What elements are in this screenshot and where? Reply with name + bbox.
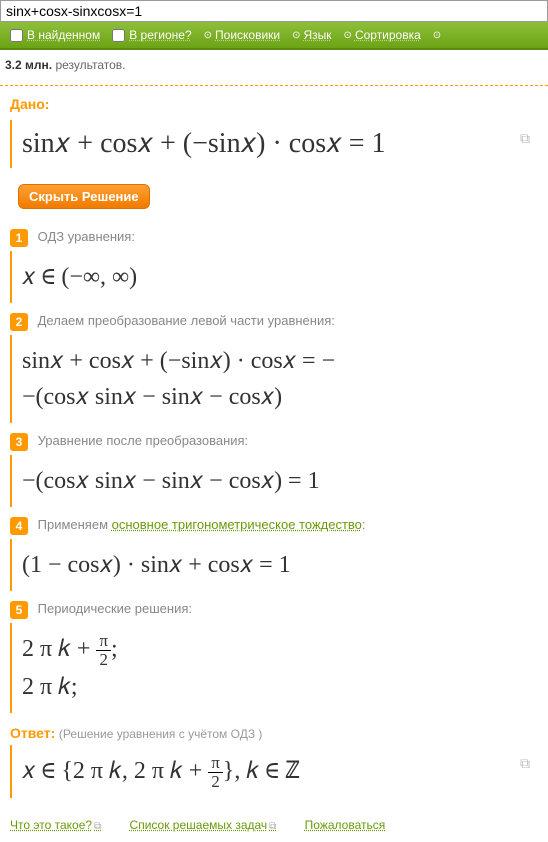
step-5: 5 Периодические решения: 2 π 𝑘 + π2; 2 π… xyxy=(10,601,538,713)
filter-sorting[interactable]: ⊙ Сортировка xyxy=(344,28,421,42)
math-line: −(cos𝑥 sin𝑥 − sin𝑥 − cos𝑥) xyxy=(22,379,528,415)
answer-label: Ответ: xyxy=(10,725,55,741)
filter-label: Сортировка xyxy=(355,28,421,42)
chevron-down-icon: ⊙ xyxy=(344,30,352,41)
footer-report[interactable]: Пожаловаться xyxy=(305,818,386,832)
step-title: Уравнение после преобразования: xyxy=(38,433,249,448)
chevron-down-icon: ⊙ xyxy=(433,30,441,41)
fraction: π2 xyxy=(96,632,110,668)
text: : xyxy=(362,517,366,532)
filter-more[interactable]: ⊙ xyxy=(433,28,444,42)
step-number: 5 xyxy=(10,601,28,619)
footer-task-list[interactable]: Список решаемых задач⧉ xyxy=(130,818,277,832)
filter-label: Язык xyxy=(304,28,332,42)
frac-num: π xyxy=(96,632,110,651)
step-formula: 𝑥 ∈ (−∞, ∞) xyxy=(10,251,538,303)
filter-bar: В найденном В регионе? ⊙ Поисковики ⊙ Яз… xyxy=(0,22,548,50)
given-formula-block: sin𝑥 + cos𝑥 + (−sin𝑥) · cos𝑥 = 1 ⧉ xyxy=(10,120,538,168)
frac-den: 2 xyxy=(96,651,110,669)
search-input[interactable] xyxy=(0,0,548,22)
results-count: 3.2 млн. результатов. xyxy=(0,50,548,80)
text: 𝑥 ∈ {2 π 𝑘, 2 π 𝑘 + xyxy=(22,758,208,784)
hide-solution-button[interactable]: Скрыть Решение xyxy=(18,184,150,209)
step-formula: (1 − cos𝑥) · sin𝑥 + cos𝑥 = 1 xyxy=(10,539,538,591)
step-4: 4 Применяем основное тригонометрическое … xyxy=(10,517,538,591)
fraction: π2 xyxy=(208,754,222,790)
given-label: Дано: xyxy=(10,96,538,112)
checkbox-in-region[interactable] xyxy=(112,29,125,42)
footer-links: Что это такое?⧉ Список решаемых задач⧉ П… xyxy=(0,808,548,842)
text: Применяем xyxy=(38,517,112,532)
step-3: 3 Уравнение после преобразования: −(cos𝑥… xyxy=(10,433,538,507)
copy-icon[interactable]: ⧉ xyxy=(520,755,530,772)
results-count-number: 3.2 млн. xyxy=(5,58,52,72)
math-line: 2 π 𝑘 + π2; xyxy=(22,631,528,669)
math-line: sin𝑥 + cos𝑥 + (−sin𝑥) · cos𝑥 = − xyxy=(22,343,528,379)
math-line: 2 π 𝑘; xyxy=(22,669,528,705)
step-title: Периодические решения: xyxy=(38,601,192,616)
identity-link[interactable]: основное тригонометрическое тождество xyxy=(112,517,362,532)
math-text: 𝑥 ∈ (−∞, ∞) xyxy=(22,264,137,290)
filter-language[interactable]: ⊙ Язык xyxy=(292,28,331,42)
frac-den: 2 xyxy=(208,773,222,791)
step-title: Применяем основное тригонометрическое то… xyxy=(38,517,366,532)
frac-num: π xyxy=(208,754,222,773)
divider xyxy=(0,85,548,86)
step-number: 1 xyxy=(10,229,28,247)
checkbox-in-found[interactable] xyxy=(10,29,23,42)
text: 2 π 𝑘 + xyxy=(22,636,96,662)
filter-label: В регионе? xyxy=(129,28,191,42)
filter-label: В найденном xyxy=(27,28,100,42)
text: }, 𝑘 ∈ ℤ xyxy=(223,758,300,784)
step-number: 4 xyxy=(10,517,28,535)
filter-engines[interactable]: ⊙ Поисковики xyxy=(204,28,280,42)
footer-what-is-this[interactable]: Что это такое?⧉ xyxy=(10,818,101,832)
answer-row: Ответ: (Решение уравнения с учётом ОДЗ ) xyxy=(10,725,538,741)
step-formula: sin𝑥 + cos𝑥 + (−sin𝑥) · cos𝑥 = − −(cos𝑥 … xyxy=(10,335,538,423)
given-formula: sin𝑥 + cos𝑥 + (−sin𝑥) · cos𝑥 = 1 xyxy=(22,128,386,159)
filter-label: Поисковики xyxy=(215,28,280,42)
step-number: 2 xyxy=(10,313,28,331)
step-2: 2 Делаем преобразование левой части урав… xyxy=(10,313,538,423)
step-formula: 2 π 𝑘 + π2; 2 π 𝑘; xyxy=(10,623,538,713)
answer-formula: 𝑥 ∈ {2 π 𝑘, 2 π 𝑘 + π2}, 𝑘 ∈ ℤ xyxy=(22,758,300,784)
step-title: ОДЗ уравнения: xyxy=(38,229,135,244)
chevron-down-icon: ⊙ xyxy=(292,30,300,41)
chevron-down-icon: ⊙ xyxy=(204,30,212,41)
step-title: Делаем преобразование левой части уравне… xyxy=(38,313,335,328)
copy-icon[interactable]: ⧉ xyxy=(520,130,530,147)
math-text: (1 − cos𝑥) · sin𝑥 + cos𝑥 = 1 xyxy=(22,552,291,578)
step-number: 3 xyxy=(10,433,28,451)
filter-in-found[interactable]: В найденном xyxy=(10,28,100,42)
external-icon: ⧉ xyxy=(94,821,101,832)
answer-formula-block: 𝑥 ∈ {2 π 𝑘, 2 π 𝑘 + π2}, 𝑘 ∈ ℤ ⧉ xyxy=(10,745,538,799)
filter-in-region[interactable]: В регионе? xyxy=(112,28,191,42)
step-formula: −(cos𝑥 sin𝑥 − sin𝑥 − cos𝑥) = 1 xyxy=(10,455,538,507)
results-count-label: результатов. xyxy=(55,58,125,72)
math-text: −(cos𝑥 sin𝑥 − sin𝑥 − cos𝑥) = 1 xyxy=(22,468,320,494)
external-icon: ⧉ xyxy=(269,821,276,832)
step-1: 1 ОДЗ уравнения: 𝑥 ∈ (−∞, ∞) xyxy=(10,229,538,303)
text: ; xyxy=(111,636,118,662)
answer-note: (Решение уравнения с учётом ОДЗ ) xyxy=(59,727,263,741)
